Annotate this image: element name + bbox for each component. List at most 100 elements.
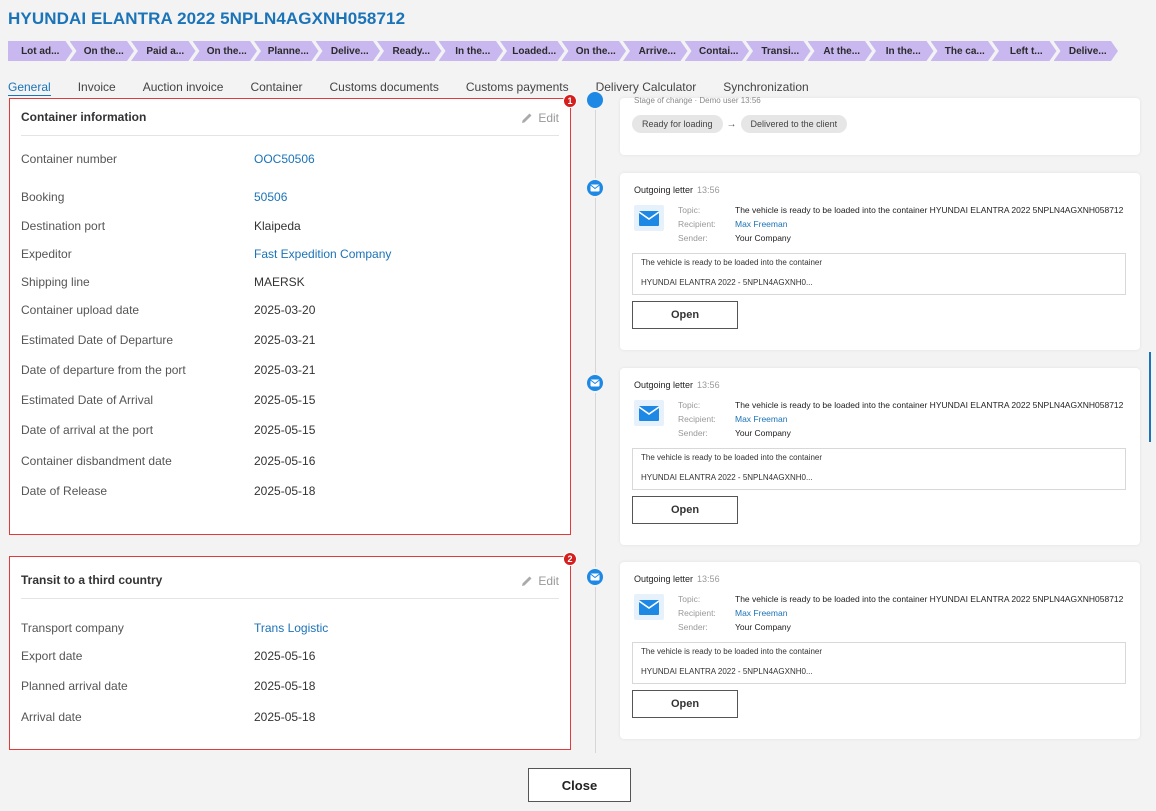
stage-step[interactable]: On the... xyxy=(562,41,627,61)
field-row: Transport company Trans Logistic xyxy=(21,621,551,635)
field-label: Arrival date xyxy=(21,710,82,724)
letter-time: 13:56 xyxy=(697,185,720,195)
field-label: Date of arrival at the port xyxy=(21,423,154,437)
stage-progress-bar: Lot ad... On the... Paid a... On the... … xyxy=(8,41,1156,61)
stage-step[interactable]: Delive... xyxy=(1054,41,1119,61)
close-button[interactable]: Close xyxy=(528,768,631,802)
edit-button[interactable]: Edit xyxy=(521,574,559,588)
stage-change-dot xyxy=(585,90,605,110)
stage-step[interactable]: Ready... xyxy=(377,41,442,61)
tab-invoice[interactable]: Invoice xyxy=(78,80,116,96)
tab-general[interactable]: General xyxy=(8,80,51,96)
stage-step[interactable]: The ca... xyxy=(931,41,996,61)
letter-header: Outgoing letter 13:56 xyxy=(634,380,720,390)
letter-recipient: Recipient: Max Freeman xyxy=(678,608,788,618)
transit-card: Transit to a third country Edit Transpor… xyxy=(9,556,571,750)
tab-synchronization[interactable]: Synchronization xyxy=(723,80,808,96)
tab-delivery-calculator[interactable]: Delivery Calculator xyxy=(596,80,697,96)
field-value: 2025-05-18 xyxy=(254,710,316,724)
field-label: Expeditor xyxy=(21,247,72,261)
arrow-right-icon: → xyxy=(726,118,737,130)
field-label: Destination port xyxy=(21,219,106,233)
field-value: 2025-03-20 xyxy=(254,303,316,317)
field-row: Estimated Date of Departure 2025-03-21 xyxy=(21,333,551,347)
open-letter-button[interactable]: Open xyxy=(632,496,738,524)
stage-step[interactable]: At the... xyxy=(808,41,873,61)
letter-topic: Topic: The vehicle is ready to be loaded … xyxy=(678,594,1124,604)
field-label: Booking xyxy=(21,190,65,204)
field-row: Export date 2025-05-16 xyxy=(21,649,551,663)
stage-step[interactable]: Lot ad... xyxy=(8,41,73,61)
transport-company-link[interactable]: Trans Logistic xyxy=(254,621,328,635)
booking-link[interactable]: 50506 xyxy=(254,190,287,204)
field-label: Container upload date xyxy=(21,303,140,317)
tab-customs-documents[interactable]: Customs documents xyxy=(329,80,438,96)
stage-from-pill: Ready for loading xyxy=(632,115,723,133)
field-value: 2025-03-21 xyxy=(254,333,316,347)
field-label: Export date xyxy=(21,649,83,663)
letter-card: Outgoing letter 13:56 Topic: The vehicle i… xyxy=(620,173,1140,350)
stage-step[interactable]: In the... xyxy=(439,41,504,61)
open-letter-button[interactable]: Open xyxy=(632,690,738,718)
container-number-link[interactable]: OOC50506 xyxy=(254,152,315,166)
field-value: 2025-05-16 xyxy=(254,649,316,663)
letter-sender: Sender: Your Company xyxy=(678,428,791,438)
stage-step[interactable]: Delive... xyxy=(316,41,381,61)
field-label: Transport company xyxy=(21,621,124,635)
field-value: 2025-05-18 xyxy=(254,679,316,693)
letter-type: Outgoing letter xyxy=(634,185,694,195)
stage-step[interactable]: On the... xyxy=(70,41,135,61)
letter-header: Outgoing letter 13:56 xyxy=(634,185,720,195)
field-label: Date of Release xyxy=(21,484,108,498)
expeditor-link[interactable]: Fast Expedition Company xyxy=(254,247,391,261)
card-title: Container information xyxy=(21,110,147,124)
field-label: Estimated Date of Arrival xyxy=(21,393,154,407)
letter-sender: Sender: Your Company xyxy=(678,233,791,243)
edit-button[interactable]: Edit xyxy=(521,111,559,125)
scrollbar-thumb[interactable] xyxy=(1149,352,1151,442)
pencil-icon xyxy=(522,576,532,586)
envelope-icon xyxy=(590,184,600,192)
field-row: Date of departure from the port 2025-03-2… xyxy=(21,363,551,377)
annotation-badge: 2 xyxy=(563,552,577,566)
field-row: Destination port Klaipeda xyxy=(21,219,551,233)
tab-bar: General Invoice Auction invoice Containe… xyxy=(8,80,836,96)
tab-auction-invoice[interactable]: Auction invoice xyxy=(143,80,224,96)
card-title: Transit to a third country xyxy=(21,573,163,587)
field-row: Date of arrival at the port 2025-05-15 xyxy=(21,423,551,437)
field-row: Expeditor Fast Expedition Company xyxy=(21,247,551,261)
letter-preview: The vehicle is ready to be loaded into t… xyxy=(632,448,1126,490)
letter-recipient: Recipient: Max Freeman xyxy=(678,414,788,424)
open-letter-button[interactable]: Open xyxy=(632,301,738,329)
mail-icon xyxy=(634,400,664,426)
field-value: Klaipeda xyxy=(254,219,301,233)
field-label: Estimated Date of Departure xyxy=(21,333,174,347)
stage-step[interactable]: Contai... xyxy=(685,41,750,61)
letter-dot xyxy=(585,373,605,393)
envelope-icon xyxy=(590,379,600,387)
field-row: Date of Release 2025-05-18 xyxy=(21,484,551,498)
page-title: HYUNDAI ELANTRA 2022 5NPLN4AGXNH058712 xyxy=(8,9,406,28)
stage-step[interactable]: Transi... xyxy=(746,41,811,61)
recipient-link[interactable]: Max Freeman xyxy=(735,414,787,424)
stage-step[interactable]: On the... xyxy=(193,41,258,61)
tab-container[interactable]: Container xyxy=(250,80,302,96)
mail-icon xyxy=(634,594,664,620)
stage-step[interactable]: In the... xyxy=(869,41,934,61)
recipient-link[interactable]: Max Freeman xyxy=(735,608,787,618)
letter-type: Outgoing letter xyxy=(634,380,694,390)
stage-step[interactable]: Arrive... xyxy=(623,41,688,61)
recipient-link[interactable]: Max Freeman xyxy=(735,219,787,229)
tab-customs-payments[interactable]: Customs payments xyxy=(466,80,569,96)
letter-card: Outgoing letter 13:56 Topic: The vehicle i… xyxy=(620,562,1140,739)
field-row: Container disbandment date 2025-05-16 xyxy=(21,454,551,468)
stage-step[interactable]: Left t... xyxy=(992,41,1057,61)
stage-step[interactable]: Loaded... xyxy=(500,41,565,61)
stage-step[interactable]: Planne... xyxy=(254,41,319,61)
field-label: Shipping line xyxy=(21,275,90,289)
card-header: Transit to a third country Edit xyxy=(21,572,559,599)
annotation-badge: 1 xyxy=(563,94,577,108)
stage-step[interactable]: Paid a... xyxy=(131,41,196,61)
field-row: Arrival date 2025-05-18 xyxy=(21,710,551,724)
field-row: Container number OOC50506 xyxy=(21,152,551,166)
